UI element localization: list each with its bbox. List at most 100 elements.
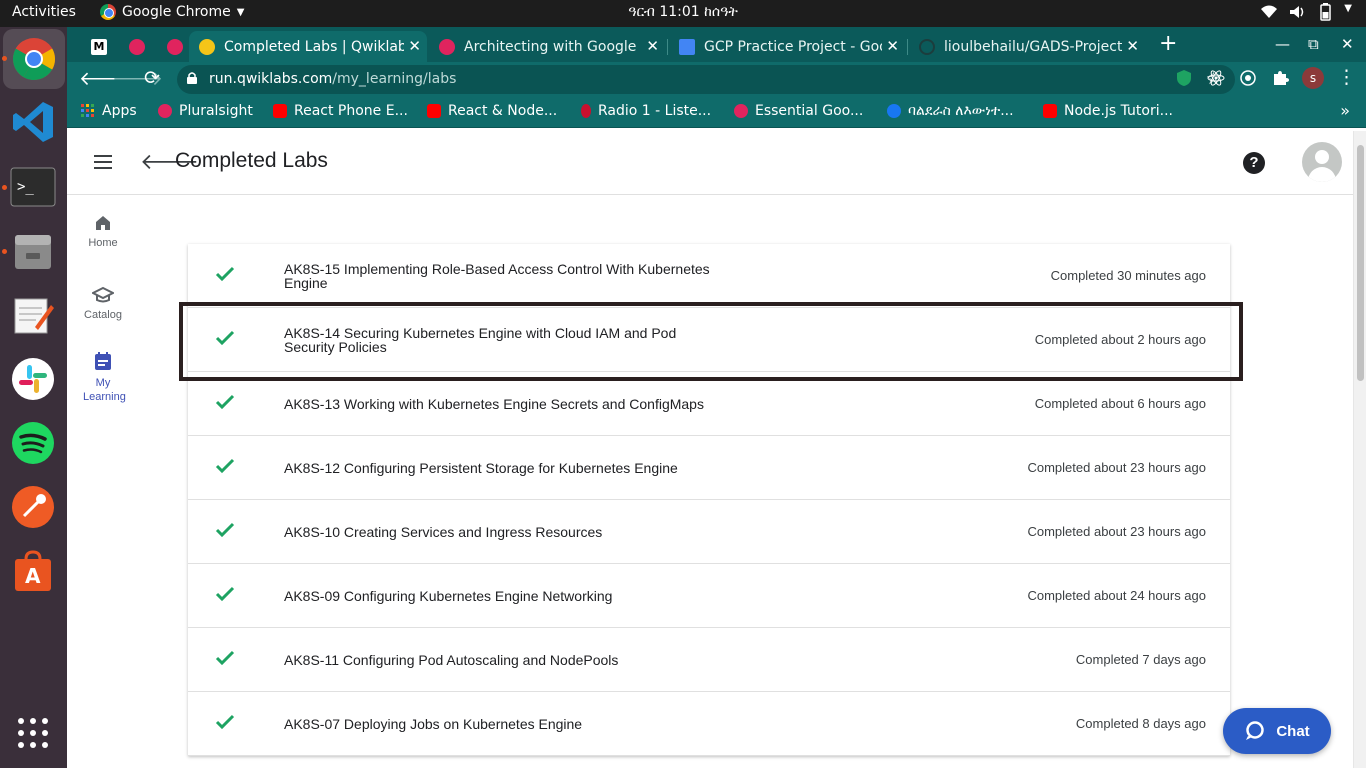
bookmark-nodejs-tutorial[interactable]: Node.js Tutori...: [1043, 103, 1173, 119]
dock-terminal[interactable]: >_: [9, 163, 57, 211]
dock-postman[interactable]: [9, 483, 57, 531]
lab-title[interactable]: AK8S-13 Working with Kubernetes Engine S…: [284, 372, 884, 436]
address-bar[interactable]: run.qwiklabs.com/my_learning/labs ☆: [177, 65, 1235, 94]
help-icon[interactable]: ?: [1243, 152, 1265, 174]
tab-github[interactable]: lioulbehailu/GADS-Project ✕: [909, 31, 1145, 62]
dock-show-applications[interactable]: [9, 709, 57, 757]
page-scrollbar[interactable]: [1353, 131, 1366, 768]
sidenav-label: Catalog: [84, 309, 122, 321]
adblock-shield-icon[interactable]: [1175, 69, 1193, 87]
maximize-button[interactable]: ⧉: [1308, 35, 1319, 53]
tab-separator: [667, 39, 668, 55]
bookmark-apps[interactable]: Apps: [81, 103, 137, 119]
lab-title[interactable]: AK8S-11 Configuring Pod Autoscaling and …: [284, 628, 884, 692]
close-icon[interactable]: ✕: [646, 37, 659, 55]
tab-architecting[interactable]: Architecting with Google ✕: [429, 31, 665, 62]
battery-icon: [1316, 3, 1334, 21]
lab-row[interactable]: AK8S-09 Configuring Kubernetes Engine Ne…: [188, 564, 1230, 628]
more-menu-icon[interactable]: ⋮: [1337, 66, 1356, 88]
close-window-button[interactable]: ✕: [1341, 35, 1354, 53]
lab-row[interactable]: AK8S-14 Securing Kubernetes Engine with …: [188, 308, 1230, 372]
activities-button[interactable]: Activities: [12, 4, 76, 20]
sidenav-item-home[interactable]: Home: [67, 213, 139, 249]
scrollbar-thumb[interactable]: [1357, 145, 1364, 381]
running-indicator: [2, 185, 7, 190]
avatar[interactable]: [1302, 142, 1342, 182]
pluralsight-icon: [167, 38, 183, 55]
youtube-icon: [273, 104, 287, 118]
apps-grid-icon: [81, 104, 94, 117]
bookmark-pluralsight[interactable]: Pluralsight: [158, 103, 253, 119]
lab-title[interactable]: AK8S-15 Implementing Role-Based Access C…: [284, 244, 724, 308]
react-devtools-icon[interactable]: [1207, 69, 1225, 87]
lab-title[interactable]: AK8S-10 Creating Services and Ingress Re…: [284, 500, 884, 564]
lab-title[interactable]: AK8S-14 Securing Kubernetes Engine with …: [284, 308, 694, 372]
tab-gcp-practice[interactable]: GCP Practice Project - Goo ✕: [669, 31, 905, 62]
clock[interactable]: ዓርብ 11:01 ከሰዓት: [628, 4, 738, 20]
lab-status: Completed 8 days ago: [1075, 716, 1206, 731]
lab-title[interactable]: AK8S-09 Configuring Kubernetes Engine Ne…: [284, 564, 884, 628]
new-tab-button[interactable]: +: [1159, 33, 1177, 55]
bookmark-facebook[interactable]: ባልደራስ ለእውነተ...: [887, 103, 1014, 119]
sidenav-item-catalog[interactable]: Catalog: [67, 285, 139, 321]
url-path: /my_learning/labs: [332, 71, 457, 87]
dock-spotify[interactable]: [9, 419, 57, 467]
sidenav-item-my-learning[interactable]: My Learning: [67, 350, 139, 404]
dock-chrome[interactable]: [3, 29, 65, 89]
lab-title[interactable]: AK8S-07 Deploying Jobs on Kubernetes Eng…: [284, 692, 884, 756]
running-indicator: [2, 56, 7, 61]
pluralsight-icon: [734, 104, 748, 118]
lab-row[interactable]: AK8S-10 Creating Services and Ingress Re…: [188, 500, 1230, 564]
extensions-puzzle-icon[interactable]: [1271, 69, 1289, 87]
slack-icon: [12, 358, 54, 400]
lab-title[interactable]: AK8S-12 Configuring Persistent Storage f…: [284, 436, 884, 500]
lab-row[interactable]: AK8S-15 Implementing Role-Based Access C…: [188, 244, 1230, 308]
close-icon[interactable]: ✕: [1126, 37, 1139, 55]
bookmark-essential-google[interactable]: Essential Goo...: [734, 103, 863, 119]
bookmarks-overflow-icon[interactable]: »: [1340, 101, 1350, 120]
radio-icon: [581, 104, 591, 118]
minimize-button[interactable]: —: [1275, 35, 1290, 53]
bookmark-react-phone[interactable]: React Phone E...: [273, 103, 408, 119]
close-icon[interactable]: ✕: [886, 37, 899, 55]
bookmark-radio-1[interactable]: Radio 1 - Liste...: [581, 103, 711, 119]
pluralsight-icon: [158, 104, 172, 118]
lab-row[interactable]: AK8S-13 Working with Kubernetes Engine S…: [188, 372, 1230, 436]
vscode-icon: [13, 102, 53, 142]
tab-pluralsight-2[interactable]: [157, 31, 191, 62]
dock-slack[interactable]: [9, 355, 57, 403]
profile-avatar[interactable]: s: [1302, 67, 1324, 89]
bookmark-label: Node.js Tutori...: [1064, 103, 1173, 119]
lock-icon: [187, 72, 197, 84]
system-tray[interactable]: ▼: [1260, 3, 1352, 21]
bookmark-react-node[interactable]: React & Node...: [427, 103, 557, 119]
tab-title: lioulbehailu/GADS-Project: [944, 38, 1122, 55]
tab-completed-labs[interactable]: Completed Labs | Qwiklabs ✕: [189, 31, 427, 62]
reload-button[interactable]: ⟳: [144, 67, 160, 89]
lab-row[interactable]: AK8S-07 Deploying Jobs on Kubernetes Eng…: [188, 692, 1230, 756]
app-menu[interactable]: Google Chrome ▼: [100, 4, 244, 20]
close-icon[interactable]: ✕: [408, 37, 421, 55]
chat-button[interactable]: Chat: [1223, 708, 1331, 754]
lab-status: Completed 30 minutes ago: [1050, 268, 1206, 283]
running-indicator: [2, 249, 7, 254]
my-learning-icon: [95, 352, 111, 370]
lab-status: Completed about 23 hours ago: [1027, 524, 1206, 539]
lab-status: Completed 7 days ago: [1075, 652, 1206, 667]
lab-row[interactable]: AK8S-12 Configuring Persistent Storage f…: [188, 436, 1230, 500]
check-icon: [215, 522, 235, 538]
youtube-icon: [1043, 104, 1057, 118]
apps-grid-icon: [18, 718, 48, 748]
chat-bubble-icon: [1246, 721, 1265, 740]
dock-text-editor[interactable]: [9, 291, 57, 339]
dock-vscode[interactable]: [9, 98, 57, 146]
lab-row[interactable]: AK8S-11 Configuring Pod Autoscaling and …: [188, 628, 1230, 692]
tab-medium[interactable]: M: [81, 31, 115, 62]
hamburger-menu-icon[interactable]: [94, 155, 112, 169]
dock-files[interactable]: [9, 227, 57, 275]
tab-pluralsight-1[interactable]: [119, 31, 153, 62]
dock-software-center[interactable]: A: [9, 547, 57, 595]
extension-target-icon[interactable]: [1239, 69, 1257, 87]
pluralsight-icon: [439, 38, 455, 55]
chevron-down-icon: ▼: [236, 6, 245, 18]
